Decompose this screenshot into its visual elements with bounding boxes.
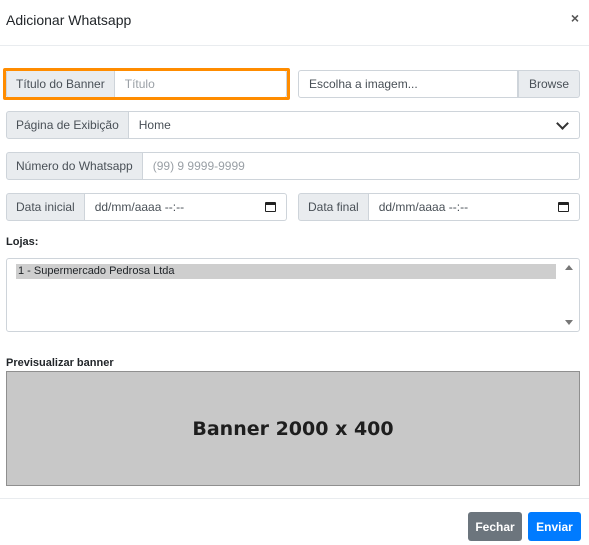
preview-label: Previsualizar banner [6, 357, 114, 369]
banner-title-group: Título do Banner Título [6, 70, 287, 98]
modal-title: Adicionar Whatsapp [6, 12, 132, 28]
whatsapp-number-input[interactable]: (99) 9 9999-9999 [142, 152, 580, 180]
whatsapp-number-label: Número do Whatsapp [6, 152, 143, 180]
modal-footer: Fechar Enviar [0, 498, 589, 545]
modal-header: Adicionar Whatsapp × [0, 0, 589, 46]
display-page-value: Home [138, 118, 171, 132]
banner-title-input[interactable]: Título [114, 70, 287, 98]
display-page-label: Página de Exibição [6, 111, 129, 139]
stores-label: Lojas: [6, 236, 39, 248]
list-item[interactable]: 1 - Supermercado Pedrosa Ltda [16, 264, 556, 279]
stores-multiselect[interactable]: 1 - Supermercado Pedrosa Ltda [6, 258, 580, 332]
start-date-value: dd/mm/aaaa --:-- [94, 200, 185, 214]
start-date-group: Data inicial dd/mm/aaaa --:-- [6, 193, 287, 221]
image-file-text[interactable]: Escolha a imagem... [298, 70, 518, 98]
end-date-group: Data final dd/mm/aaaa --:-- [298, 193, 580, 221]
banner-preview: Banner 2000 x 400 [6, 371, 580, 486]
whatsapp-number-group: Número do Whatsapp (99) 9 9999-9999 [6, 152, 580, 180]
send-button[interactable]: Enviar [528, 512, 581, 541]
banner-title-label: Título do Banner [6, 70, 115, 98]
end-date-input[interactable]: dd/mm/aaaa --:-- [368, 193, 580, 221]
start-date-input[interactable]: dd/mm/aaaa --:-- [84, 193, 287, 221]
image-file-chooser[interactable]: Escolha a imagem... Browse [298, 70, 580, 98]
close-icon[interactable]: × [571, 10, 579, 26]
calendar-icon[interactable] [265, 202, 276, 212]
end-date-label: Data final [298, 193, 369, 221]
start-date-label: Data inicial [6, 193, 85, 221]
banner-preview-text: Banner 2000 x 400 [192, 417, 394, 440]
close-button[interactable]: Fechar [468, 512, 522, 541]
end-date-value: dd/mm/aaaa --:-- [378, 200, 469, 214]
chevron-down-icon [556, 116, 569, 130]
browse-button[interactable]: Browse [517, 70, 580, 98]
calendar-icon[interactable] [558, 202, 569, 212]
display-page-group: Página de Exibição Home [6, 111, 580, 139]
display-page-select[interactable]: Home [128, 111, 580, 139]
scroll-down-icon[interactable] [565, 320, 573, 325]
scroll-up-icon[interactable] [565, 265, 573, 270]
